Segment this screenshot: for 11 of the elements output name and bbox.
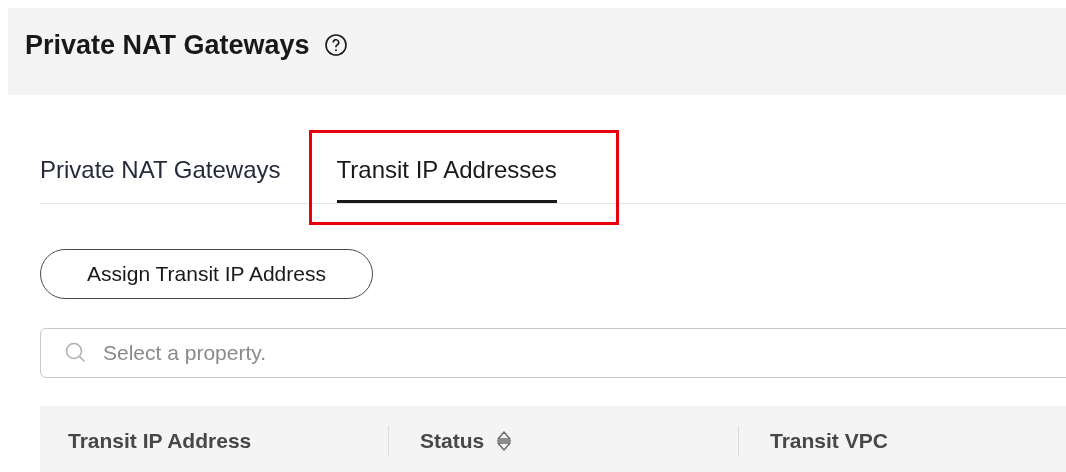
search-field[interactable]: Select a property. — [40, 328, 1066, 378]
help-icon[interactable] — [323, 33, 348, 57]
page-title: Private NAT Gateways — [25, 30, 310, 60]
assign-button[interactable]: Assign Transit IP Address — [40, 249, 373, 299]
column-header: Transit IP Address — [68, 428, 252, 455]
tab[interactable]: Private NAT Gateways — [40, 156, 281, 203]
column-header: Transit VPC — [770, 428, 888, 455]
sort-icon[interactable] — [496, 430, 513, 452]
tab[interactable]: Transit IP Addresses — [336, 156, 557, 203]
search-icon — [64, 341, 88, 365]
column-header[interactable]: Status — [420, 425, 485, 457]
